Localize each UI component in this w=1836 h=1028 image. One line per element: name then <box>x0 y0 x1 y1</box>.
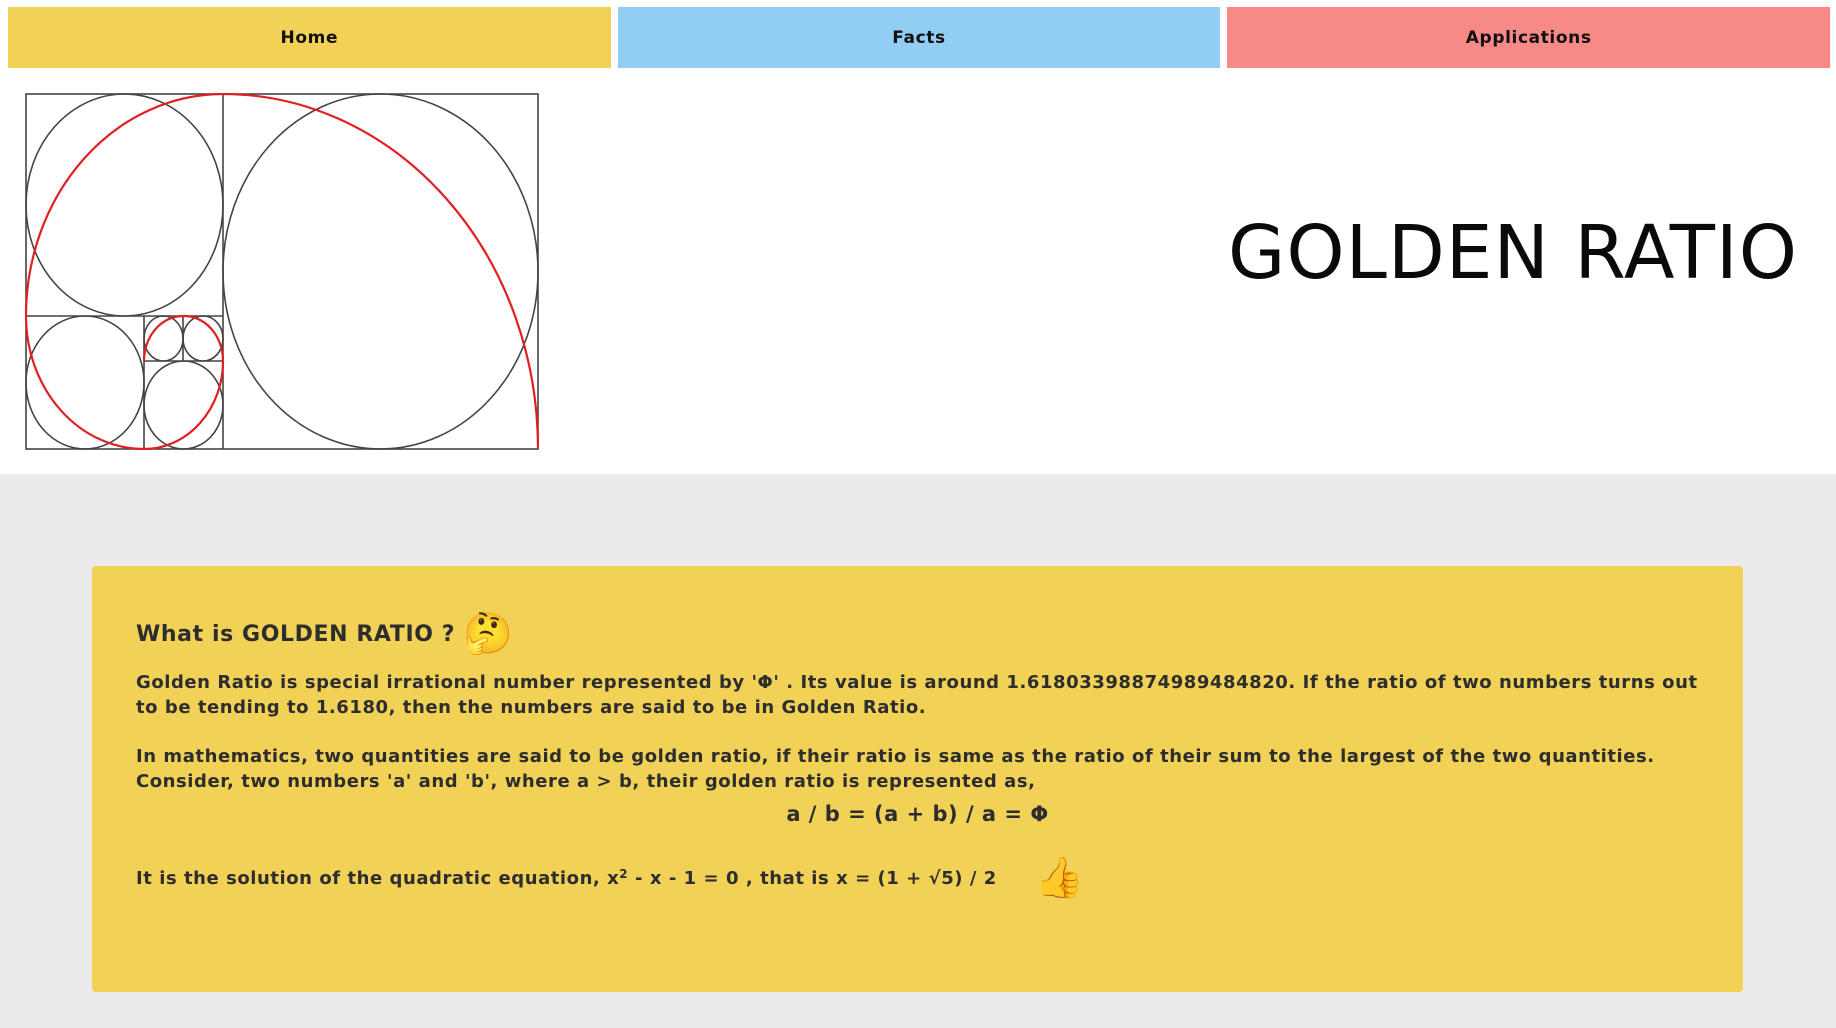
thumbs-up-icon: 👍 <box>1034 855 1086 901</box>
quadratic-line: It is the solution of the quadratic equa… <box>136 858 1699 898</box>
quadratic-exponent: 2 <box>619 867 629 881</box>
card-heading: What is GOLDEN RATIO ? 🤔 <box>136 610 1699 658</box>
definition-paragraph: Golden Ratio is special irrational numbe… <box>136 672 1698 718</box>
page-title: GOLDEN RATIO <box>1228 210 1798 296</box>
main-nav: Home Facts Applications <box>8 7 1831 68</box>
nav-facts-button[interactable]: Facts <box>617 7 1221 68</box>
nav-applications-button[interactable]: Applications <box>1227 7 1831 68</box>
golden-spiral-icon <box>25 93 539 450</box>
card-heading-text: What is GOLDEN RATIO ? <box>136 621 456 647</box>
header-section: Home Facts Applications GOLDEN RATIO <box>0 0 1836 474</box>
ratio-equation: a / b = (a + b) / a = Φ <box>786 802 1049 826</box>
math-paragraph: In mathematics, two quantities are said … <box>136 746 1655 792</box>
quadratic-text-end: - x - 1 = 0 , that is x = (1 + √5) / 2 <box>628 868 997 889</box>
quadratic-text-start: It is the solution of the quadratic equa… <box>136 868 620 889</box>
quadratic-text: It is the solution of the quadratic equa… <box>136 867 997 889</box>
info-card: What is GOLDEN RATIO ? 🤔 Golden Ratio is… <box>92 566 1743 992</box>
thinking-face-icon: 🤔 <box>463 611 514 657</box>
nav-home-button[interactable]: Home <box>8 7 611 68</box>
